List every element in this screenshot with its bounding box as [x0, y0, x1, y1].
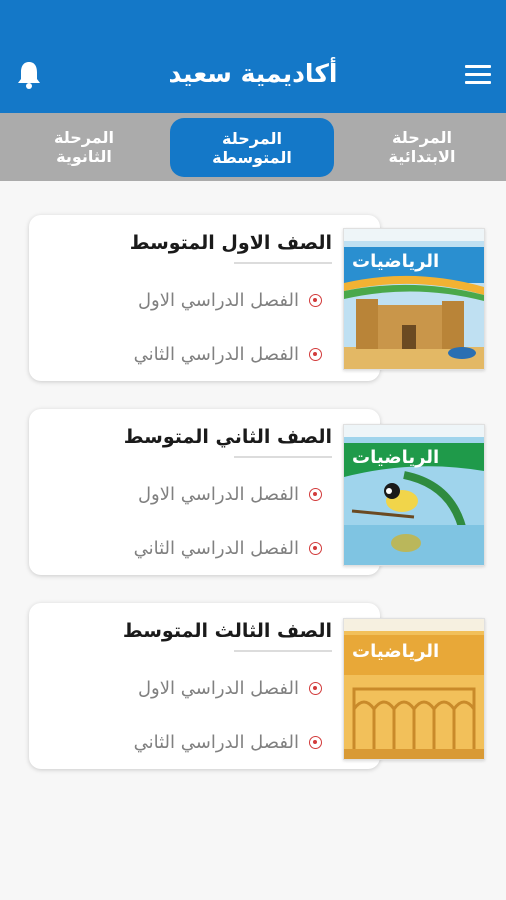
app-bar: أكاديمية سعيد [0, 0, 506, 113]
stage-tabs: المرحلة الابتدائية المرحلة المتوسطة المر… [0, 113, 506, 181]
semester-second-link[interactable]: الفصل الدراسي الثاني [134, 727, 322, 757]
semester-label: الفصل الدراسي الثاني [133, 537, 299, 559]
radio-icon [309, 347, 322, 361]
book-cover-grade-1[interactable]: الرياضيات [343, 228, 485, 370]
semester-first-link[interactable]: الفصل الدراسي الاول [138, 673, 322, 703]
title-divider [234, 650, 332, 652]
tab-label: المرحلة المتوسطة [212, 128, 292, 167]
radio-icon [309, 735, 322, 749]
tab-elementary[interactable]: المرحلة الابتدائية [338, 113, 506, 181]
app-title: أكاديمية سعيد [168, 59, 338, 88]
grade-card-first: الصف الاول المتوسط الفصل الدراسي الاول ا… [29, 215, 380, 381]
semester-label: الفصل الدراسي الاول [137, 677, 299, 699]
grade-card-third: الصف الثالث المتوسط الفصل الدراسي الاول … [29, 603, 380, 769]
fort-cover-image [344, 229, 484, 369]
cover-title: الرياضيات [352, 641, 440, 662]
grade-title: الصف الثاني المتوسط [123, 426, 332, 448]
radio-icon [309, 487, 322, 501]
hamburger-menu-icon[interactable] [462, 58, 494, 90]
bird-cover-image [344, 425, 484, 565]
cover-title: الرياضيات [352, 251, 440, 272]
semester-label: الفصل الدراسي الاول [137, 483, 299, 505]
book-cover-grade-3[interactable]: الرياضيات [343, 618, 485, 760]
semester-label: الفصل الدراسي الثاني [133, 731, 299, 753]
semester-first-link[interactable]: الفصل الدراسي الاول [138, 479, 322, 509]
tab-secondary[interactable]: المرحلة الثانوية [0, 113, 168, 181]
grade-title: الصف الاول المتوسط [129, 232, 332, 254]
tab-intermediate[interactable]: المرحلة المتوسطة [170, 118, 334, 177]
aqueduct-cover-image [344, 619, 484, 759]
radio-icon [309, 541, 322, 555]
semester-label: الفصل الدراسي الثاني [133, 343, 299, 365]
semester-first-link[interactable]: الفصل الدراسي الاول [138, 285, 322, 315]
tab-label: المرحلة الابتدائية [388, 128, 456, 166]
radio-icon [309, 293, 322, 307]
semester-second-link[interactable]: الفصل الدراسي الثاني [134, 339, 322, 369]
grade-card-second: الصف الثاني المتوسط الفصل الدراسي الاول … [29, 409, 380, 575]
cover-title: الرياضيات [352, 447, 440, 468]
title-divider [234, 262, 332, 264]
book-cover-grade-2[interactable]: الرياضيات [343, 424, 485, 566]
semester-label: الفصل الدراسي الاول [137, 289, 299, 311]
tab-label: المرحلة الثانوية [54, 128, 114, 166]
grade-title: الصف الثالث المتوسط [122, 620, 332, 642]
title-divider [234, 456, 332, 458]
radio-icon [309, 681, 322, 695]
semester-second-link[interactable]: الفصل الدراسي الثاني [134, 533, 322, 563]
